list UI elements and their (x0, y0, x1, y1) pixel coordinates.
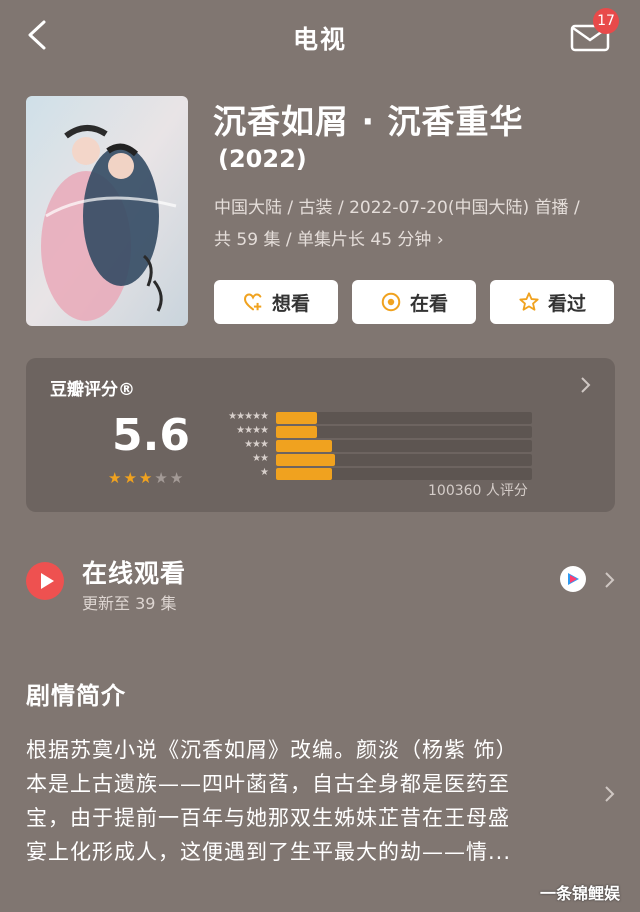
watching-button[interactable]: 在看 (352, 280, 476, 324)
rating-star: ★ (138, 469, 153, 487)
distribution-stars-label: ★★ (252, 453, 269, 464)
synopsis-line: 根据苏寞小说《沉香如屑》改编。颜淡（杨紫 饰） (26, 738, 518, 762)
distribution-stars-label: ★★★★ (236, 425, 269, 436)
synopsis-line: 宝，由于提前一百年与她那双生姊妹芷昔在王母盛 (26, 806, 510, 830)
show-title: 沉香如屑 · 沉香重华 (213, 102, 524, 141)
watched-label: 看过 (547, 292, 586, 315)
distribution-stars-label: ★★★★★ (228, 411, 269, 422)
show-meta-line-2[interactable]: 共 59 集 / 单集片长 45 分钟 › (214, 225, 444, 250)
distribution-bar (276, 454, 335, 466)
rating-star: ★ (169, 469, 184, 487)
star-icon (519, 292, 539, 311)
watching-label: 在看 (409, 292, 448, 315)
youku-icon[interactable] (560, 566, 586, 592)
rating-stars: ★ ★ ★ ★ ★ (108, 470, 183, 486)
poster-image[interactable] (26, 96, 188, 326)
online-watch-title[interactable]: 在线观看 (82, 554, 186, 590)
play-icon[interactable] (26, 562, 64, 600)
want-to-watch-button[interactable]: 想看 (214, 280, 338, 324)
show-year: (2022) (218, 145, 307, 173)
target-icon (381, 292, 401, 312)
want-to-watch-label: 想看 (271, 292, 310, 315)
rating-score: 5.6 (112, 410, 190, 461)
rating-label: 豆瓣评分® (50, 380, 135, 400)
distribution-bar (276, 440, 333, 452)
chevron-right-icon[interactable] (604, 570, 616, 590)
distribution-bar (276, 468, 333, 480)
notification-badge: 17 (593, 8, 619, 34)
rating-votes: 100360 人评分 (428, 483, 528, 499)
rating-star: ★ (123, 469, 137, 487)
synopsis-line: 宴上化形成人，这便遇到了生平最大的劫——情... (26, 840, 512, 864)
distribution-bar (276, 426, 317, 438)
synopsis-line: 本是上古遗族——四叶菡萏，自古全身都是医药至 (26, 772, 510, 796)
show-meta-line-1: 中国大陆 / 古装 / 2022-07-20(中国大陆) 首播 / (214, 198, 580, 218)
rating-star: ★ (108, 469, 122, 487)
page-title: 电视 (292, 25, 347, 54)
distribution-bar (276, 412, 317, 424)
rating-star: ★ (154, 469, 168, 487)
synopsis-title: 剧情简介 (26, 682, 126, 710)
chevron-right-icon[interactable] (580, 375, 592, 395)
distribution-stars-label: ★★★ (244, 439, 269, 450)
chevron-right-icon[interactable] (604, 784, 616, 804)
watched-button[interactable]: 看过 (490, 280, 614, 324)
heart-plus-icon (243, 293, 262, 311)
distribution-stars-label: ★ (260, 467, 269, 478)
online-watch-subtitle: 更新至 39 集 (82, 594, 177, 613)
watermark: 一条锦鲤娱 (540, 884, 621, 903)
